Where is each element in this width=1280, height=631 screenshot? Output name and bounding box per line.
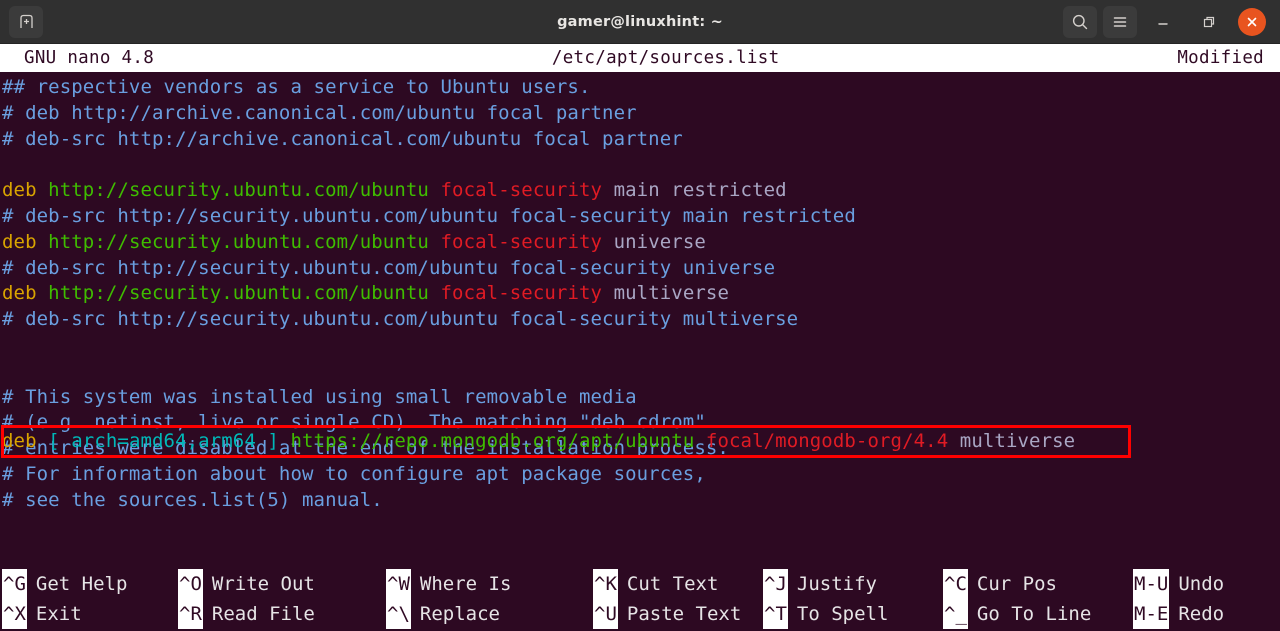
shortcut-column: ^J Justify ^T To Spell — [763, 569, 943, 629]
nano-header-bar: GNU nano 4.8 /etc/apt/sources.list Modif… — [0, 44, 1280, 72]
shortcut-label: Go To Line — [976, 603, 1092, 625]
shortcut-item-exit[interactable]: ^X Exit — [2, 599, 178, 629]
shortcut-label: Undo — [1178, 573, 1225, 595]
shortcut-column: M-U Undo M-E Redo — [1133, 569, 1273, 629]
shortcut-key: M-E — [1133, 599, 1170, 629]
shortcut-item-get-help[interactable]: ^G Get Help — [2, 569, 178, 599]
shortcut-label: Cut Text — [626, 573, 719, 595]
titlebar-left-group — [6, 5, 46, 38]
editor-comment-line: # For information about how to configure… — [2, 462, 706, 485]
maximize-button[interactable] — [1192, 6, 1226, 38]
editor-repo-line: deb http://security.ubuntu.com/ubuntu fo… — [2, 282, 729, 305]
shortcut-key: ^W — [386, 569, 411, 599]
shortcut-key: ^_ — [943, 599, 968, 629]
shortcut-label: Exit — [35, 603, 82, 625]
close-button[interactable] — [1238, 7, 1266, 36]
shortcut-item-paste-text[interactable]: ^U Paste Text — [593, 599, 763, 629]
shortcut-key: ^J — [763, 569, 788, 599]
shortcut-item-redo[interactable]: M-E Redo — [1133, 599, 1273, 629]
shortcut-item-cut-text[interactable]: ^K Cut Text — [593, 569, 763, 599]
nano-version-label: GNU nano 4.8 — [24, 48, 155, 68]
shortcut-column: ^W Where Is ^\ Replace — [386, 569, 593, 629]
close-icon — [1247, 17, 1257, 26]
shortcut-item-go-to-line[interactable]: ^_ Go To Line — [943, 599, 1133, 629]
search-icon — [1072, 14, 1088, 29]
shortcut-column: ^K Cut Text ^U Paste Text — [593, 569, 763, 629]
shortcut-item-justify[interactable]: ^J Justify — [763, 569, 943, 599]
editor-comment-line: # see the sources.list(5) manual. — [2, 488, 383, 511]
new-tab-button[interactable] — [9, 5, 43, 38]
shortcut-column: ^C Cur Pos ^_ Go To Line — [943, 569, 1133, 629]
shortcut-label: Get Help — [35, 573, 128, 595]
shortcut-label: Where Is — [419, 573, 512, 595]
shortcut-label: Justify — [796, 573, 877, 595]
shortcut-item-where-is[interactable]: ^W Where Is — [386, 569, 593, 599]
shortcut-key: ^U — [593, 599, 618, 629]
shortcut-key: ^K — [593, 569, 618, 599]
shortcut-item-undo[interactable]: M-U Undo — [1133, 569, 1273, 599]
nano-shortcut-bar: ^G Get Help ^X Exit ^O Write Out ^R Read File ^W… — [0, 569, 1280, 631]
new-tab-icon — [19, 14, 33, 28]
editor-blank-line — [0, 333, 1280, 359]
editor-comment-line: # This system was installed using small … — [2, 385, 637, 408]
editor-comment-line: # deb http://archive.canonical.com/ubunt… — [2, 101, 637, 124]
shortcut-label: Read File — [211, 603, 315, 625]
shortcut-label: To Spell — [796, 603, 889, 625]
editor-comment-line: # deb-src http://archive.canonical.com/u… — [2, 127, 683, 150]
shortcut-item-read-file[interactable]: ^R Read File — [178, 599, 386, 629]
shortcut-item-cur-pos[interactable]: ^C Cur Pos — [943, 569, 1133, 599]
editor-comment-line: # deb-src http://security.ubuntu.com/ubu… — [2, 308, 799, 331]
nano-editor-area[interactable]: ## respective vendors as a service to Ub… — [0, 72, 1280, 569]
editor-repo-line: deb http://security.ubuntu.com/ubuntu fo… — [2, 230, 706, 253]
editor-comment-line: ## respective vendors as a service to Ub… — [2, 76, 591, 98]
shortcut-column: ^G Get Help ^X Exit — [0, 569, 178, 629]
shortcut-item-replace[interactable]: ^\ Replace — [386, 599, 593, 629]
maximize-icon — [1203, 16, 1215, 27]
nano-filename-label: /etc/apt/sources.list — [551, 48, 780, 68]
shortcut-key: ^T — [763, 599, 788, 629]
shortcut-item-write-out[interactable]: ^O Write Out — [178, 569, 386, 599]
shortcut-label: Replace — [419, 603, 500, 625]
shortcut-label: Paste Text — [626, 603, 742, 625]
search-button[interactable] — [1063, 5, 1097, 38]
shortcut-key: ^\ — [386, 599, 411, 629]
shortcut-key: ^C — [943, 569, 968, 599]
shortcut-key: M-U — [1133, 569, 1170, 599]
shortcut-label: Redo — [1178, 603, 1225, 625]
nano-modified-status: Modified — [1177, 48, 1264, 68]
hamburger-menu-icon — [1113, 16, 1127, 27]
minimize-button[interactable] — [1146, 6, 1180, 38]
editor-repo-line: deb http://security.ubuntu.com/ubuntu fo… — [2, 179, 787, 202]
editor-comment-line: # deb-src http://security.ubuntu.com/ubu… — [2, 256, 776, 279]
shortcut-item-to-spell[interactable]: ^T To Spell — [763, 599, 943, 629]
shortcut-key: ^X — [2, 599, 27, 629]
shortcut-key: ^R — [178, 599, 203, 629]
shortcut-key: ^G — [2, 569, 27, 599]
minimize-icon — [1158, 22, 1168, 25]
titlebar-right-group — [1060, 5, 1274, 38]
menu-button[interactable] — [1103, 5, 1137, 38]
terminal-window: gamer@linuxhint: ~ GNU nano 4.8 /etc/apt… — [0, 0, 1280, 631]
shortcut-label: Cur Pos — [976, 573, 1057, 595]
highlighted-line-slot — [0, 359, 1280, 385]
shortcut-key: ^O — [178, 569, 203, 599]
shortcut-column: ^O Write Out ^R Read File — [178, 569, 386, 629]
window-titlebar: gamer@linuxhint: ~ — [0, 0, 1280, 44]
highlighted-repo-line[interactable]: deb [ arch=amd64,arm64 ] https://repo.mo… — [0, 428, 1075, 454]
editor-comment-line: # deb-src http://security.ubuntu.com/ubu… — [2, 204, 856, 227]
editor-blank-line — [0, 152, 1280, 178]
shortcut-label: Write Out — [211, 573, 315, 595]
